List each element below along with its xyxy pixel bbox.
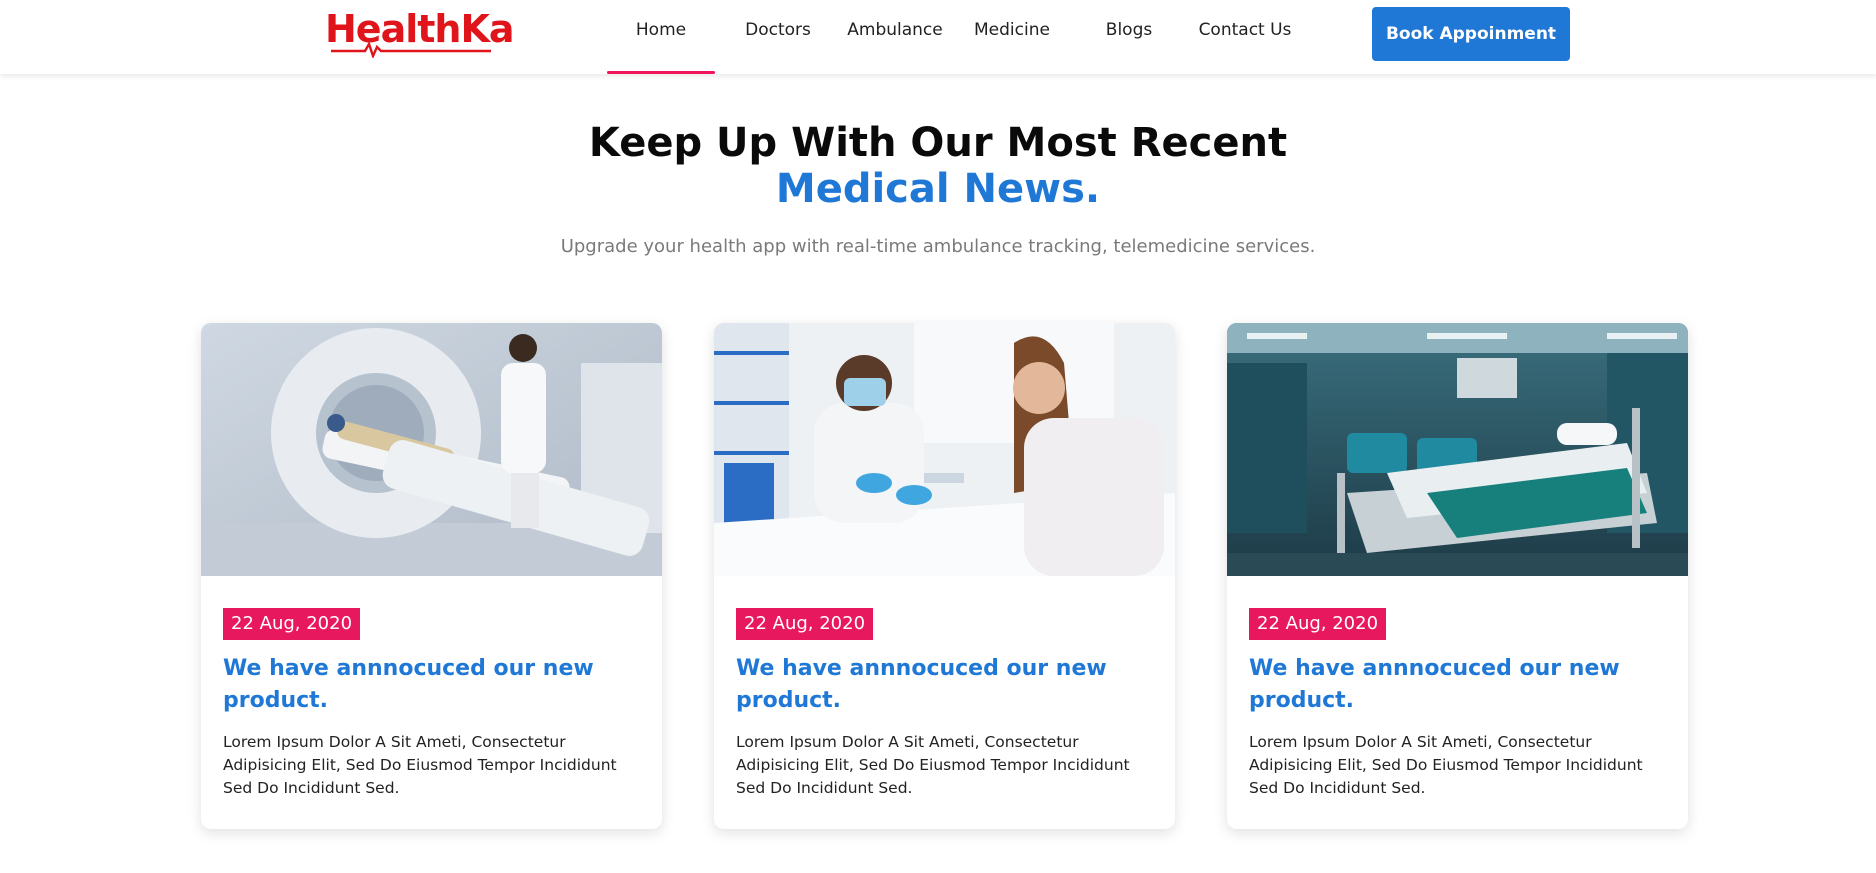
date-badge: 22 Aug, 2020 bbox=[223, 608, 361, 640]
nav-doctors[interactable]: Doctors bbox=[738, 0, 818, 74]
section-subtitle: Upgrade your health app with real-time a… bbox=[560, 236, 1316, 257]
nav-medicine[interactable]: Medicine bbox=[968, 0, 1056, 74]
heartbeat-line-icon bbox=[331, 42, 491, 58]
navbar: HealthKa Home Doctors Ambulance Medicine… bbox=[0, 0, 1876, 74]
card-text: Lorem Ipsum Dolor A Sit Ameti, Consectet… bbox=[736, 733, 1130, 797]
card-title[interactable]: We have annnocuced our new product. bbox=[1249, 653, 1669, 717]
news-card[interactable]: 22 Aug, 2020 We have annnocuced our new … bbox=[714, 323, 1175, 829]
section-title-line2: Medical News. bbox=[775, 166, 1101, 212]
nav-contact-us[interactable]: Contact Us bbox=[1196, 0, 1294, 74]
card-text: Lorem Ipsum Dolor A Sit Ameti, Consectet… bbox=[1249, 733, 1643, 797]
nav-blogs[interactable]: Blogs bbox=[1100, 0, 1158, 74]
ct-scanner-image bbox=[201, 323, 662, 576]
hospital-room-image bbox=[1227, 323, 1688, 576]
date-badge: 22 Aug, 2020 bbox=[736, 608, 874, 640]
card-text: Lorem Ipsum Dolor A Sit Ameti, Consectet… bbox=[223, 733, 617, 797]
nav-home[interactable]: Home bbox=[607, 0, 715, 74]
book-appointment-button[interactable]: Book Appoinment bbox=[1372, 7, 1570, 61]
section-title-line1: Keep Up With Our Most Recent bbox=[588, 120, 1288, 166]
brand-logo[interactable]: HealthKa bbox=[325, 6, 515, 58]
card-title[interactable]: We have annnocuced our new product. bbox=[736, 653, 1156, 717]
doctor-consultation-image bbox=[714, 323, 1175, 576]
nav-ambulance[interactable]: Ambulance bbox=[844, 0, 946, 74]
news-card[interactable]: 22 Aug, 2020 We have annnocuced our new … bbox=[1227, 323, 1688, 829]
date-badge: 22 Aug, 2020 bbox=[1249, 608, 1387, 640]
news-card[interactable]: 22 Aug, 2020 We have annnocuced our new … bbox=[201, 323, 662, 829]
card-title[interactable]: We have annnocuced our new product. bbox=[223, 653, 643, 717]
